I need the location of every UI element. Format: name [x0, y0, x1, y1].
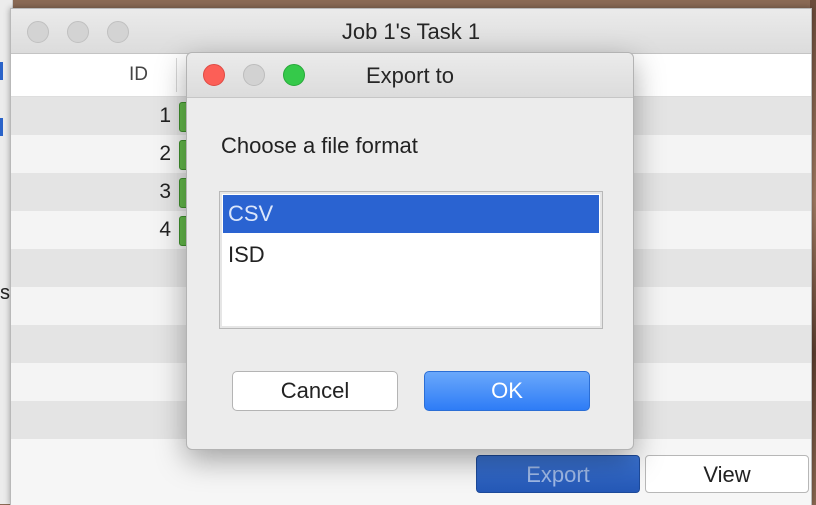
ok-button[interactable]: OK	[424, 371, 590, 411]
column-header-id[interactable]: ID	[129, 64, 148, 86]
column-divider[interactable]	[176, 58, 177, 92]
format-option-isd[interactable]: ISD	[223, 236, 599, 274]
format-prompt: Choose a file format	[221, 133, 418, 158]
row-id: 1	[159, 104, 171, 127]
task-window-titlebar[interactable]: Job 1's Task 1	[11, 9, 811, 54]
row-id: 4	[159, 218, 171, 241]
cancel-button[interactable]: Cancel	[232, 371, 398, 411]
export-dialog: Export to Choose a file format CSV ISD C…	[186, 52, 634, 450]
export-button[interactable]: Export	[476, 455, 640, 493]
view-button[interactable]: View	[645, 455, 809, 493]
row-id: 3	[159, 180, 171, 203]
window-title: Job 1's Task 1	[341, 19, 481, 44]
format-option-csv[interactable]: CSV	[223, 195, 599, 233]
background-app-selection-edge	[0, 118, 3, 136]
dialog-title: Export to	[365, 63, 455, 88]
background-app-text: s	[0, 282, 10, 304]
dialog-titlebar[interactable]: Export to	[187, 53, 633, 98]
background-app-selection-edge	[0, 62, 3, 80]
format-list[interactable]: CSV ISD	[219, 191, 603, 329]
row-id: 2	[159, 142, 171, 165]
